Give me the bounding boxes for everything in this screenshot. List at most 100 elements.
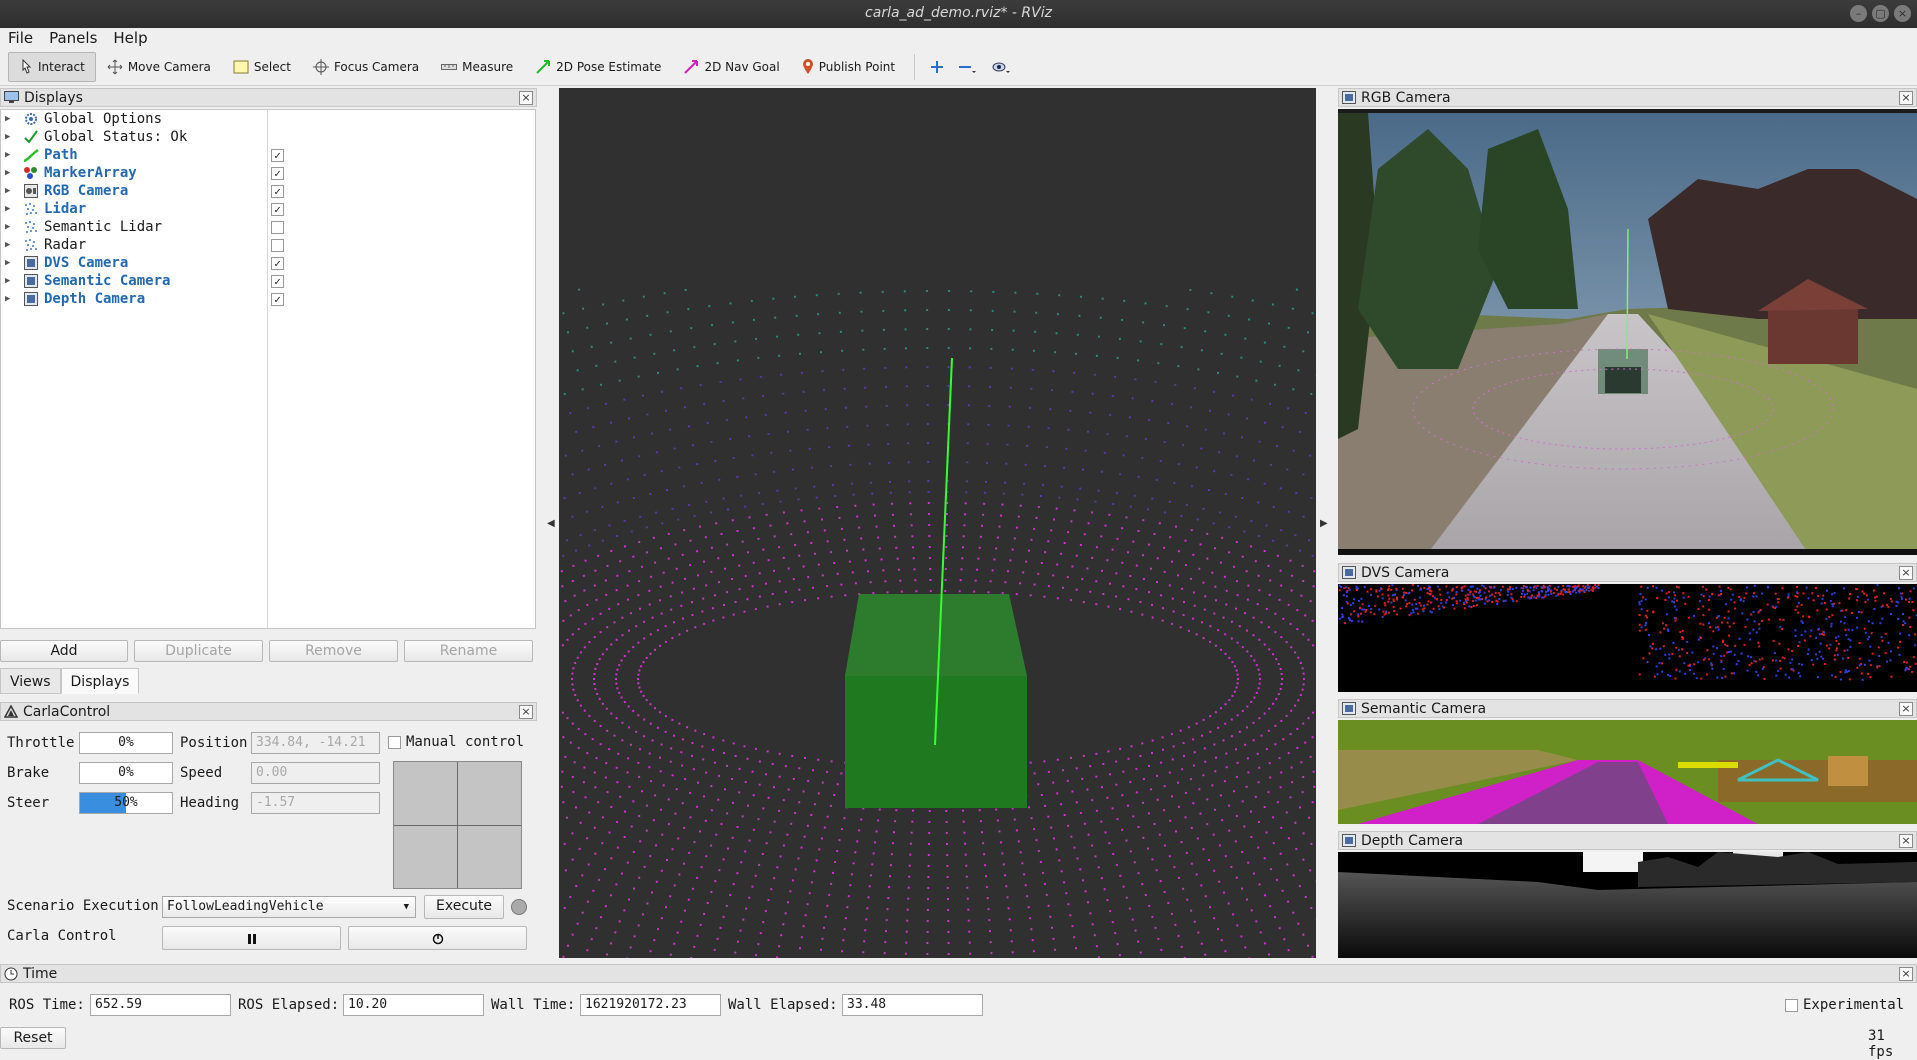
- add-tool-icon: [930, 60, 944, 74]
- expand-arrow-icon[interactable]: ▶: [5, 186, 15, 196]
- tool-select[interactable]: Select: [222, 52, 302, 82]
- display-item-markerarray[interactable]: ▶ MarkerArray ✓: [1, 164, 535, 182]
- display-checkbox[interactable]: ✓: [271, 203, 284, 216]
- rgb-camera-close-button[interactable]: ×: [1899, 91, 1913, 105]
- remove-tool-icon: [958, 60, 978, 74]
- display-item-path[interactable]: ▶ Path ✓: [1, 146, 535, 164]
- display-item-rgb-camera[interactable]: ▶ RGB Camera ✓: [1, 182, 535, 200]
- dvs-camera-close-button[interactable]: ×: [1899, 566, 1913, 580]
- depth-camera-close-button[interactable]: ×: [1899, 834, 1913, 848]
- displays-button-row: Add Duplicate Remove Rename: [0, 640, 536, 662]
- steer-label: Steer: [7, 795, 49, 811]
- semantic-camera-close-button[interactable]: ×: [1899, 702, 1913, 716]
- expand-arrow-icon[interactable]: ▶: [5, 150, 15, 160]
- expand-arrow-icon[interactable]: ▶: [5, 258, 15, 268]
- collapse-right-icon[interactable]: ▶: [1320, 518, 1328, 529]
- rename-display-button[interactable]: Rename: [404, 640, 533, 662]
- remove-tool-button[interactable]: [951, 52, 985, 82]
- tool-focus-camera[interactable]: Focus Camera: [302, 52, 430, 82]
- dvs-camera-panel-header: DVS Camera ×: [1338, 563, 1917, 582]
- tool-2d-nav-goal[interactable]: 2D Nav Goal: [672, 52, 790, 82]
- scenario-select[interactable]: FollowLeadingVehicle ▼: [162, 896, 416, 918]
- map-pin-icon: [802, 59, 814, 75]
- tool-move-camera-label: Move Camera: [128, 60, 211, 74]
- ros-elapsed-label: ROS Elapsed:: [238, 997, 339, 1013]
- display-checkbox[interactable]: [271, 239, 284, 252]
- expand-arrow-icon[interactable]: ▶: [5, 204, 15, 214]
- menu-help[interactable]: Help: [105, 28, 155, 49]
- wall-elapsed-label: Wall Elapsed:: [728, 997, 838, 1013]
- step-button[interactable]: [348, 926, 527, 950]
- tab-displays[interactable]: Displays: [61, 668, 140, 694]
- steering-joystick-pad[interactable]: [393, 761, 522, 889]
- displays-tree: ▶ Global Options ▶ Global Status: Ok ▶ P…: [0, 109, 536, 629]
- display-item-global-options[interactable]: ▶ Global Options: [1, 110, 535, 128]
- vehicle-marker-top: [845, 594, 1027, 676]
- image-icon: [23, 256, 39, 270]
- display-checkbox[interactable]: ✓: [271, 293, 284, 306]
- tool-move-camera[interactable]: Move Camera: [96, 52, 222, 82]
- close-icon[interactable]: ×: [1894, 5, 1911, 22]
- tool-2d-pose-estimate-label: 2D Pose Estimate: [556, 60, 661, 74]
- display-checkbox[interactable]: ✓: [271, 275, 284, 288]
- tool-2d-pose-estimate[interactable]: 2D Pose Estimate: [524, 52, 672, 82]
- expand-arrow-icon[interactable]: ▶: [5, 240, 15, 250]
- display-item-label: Depth Camera: [44, 291, 145, 307]
- collapse-left-icon[interactable]: ◀: [547, 518, 555, 529]
- display-checkbox[interactable]: ✓: [271, 257, 284, 270]
- display-item-global-status[interactable]: ▶ Global Status: Ok: [1, 128, 535, 146]
- expand-arrow-icon[interactable]: ▶: [5, 114, 15, 124]
- expand-arrow-icon[interactable]: ▶: [5, 276, 15, 286]
- ros-time-field[interactable]: 652.59: [90, 994, 231, 1016]
- experimental-checkbox[interactable]: [1785, 999, 1798, 1012]
- display-item-dvs-camera[interactable]: ▶ DVS Camera ✓: [1, 254, 535, 272]
- display-checkbox[interactable]: [271, 221, 284, 234]
- display-checkbox[interactable]: ✓: [271, 185, 284, 198]
- pause-button[interactable]: [162, 926, 341, 950]
- display-item-semantic-lidar[interactable]: ▶ Semantic Lidar: [1, 218, 535, 236]
- tool-measure[interactable]: Measure: [430, 52, 524, 82]
- display-item-label: Lidar: [44, 201, 86, 217]
- reset-button[interactable]: Reset: [0, 1027, 66, 1049]
- image-icon: [1342, 566, 1356, 579]
- display-item-radar[interactable]: ▶ Radar: [1, 236, 535, 254]
- menu-file[interactable]: File: [0, 28, 41, 49]
- menu-panels[interactable]: Panels: [41, 28, 105, 49]
- dvs-camera-title: DVS Camera: [1361, 565, 1449, 581]
- minimize-icon[interactable]: –: [1850, 5, 1867, 22]
- display-item-lidar[interactable]: ▶ Lidar ✓: [1, 200, 535, 218]
- tool-interact[interactable]: Interact: [8, 52, 96, 82]
- execute-button[interactable]: Execute: [424, 895, 504, 919]
- wall-time-field[interactable]: 1621920172.23: [580, 994, 721, 1016]
- throttle-value: 0%: [118, 735, 134, 750]
- manual-control-checkbox[interactable]: [388, 736, 401, 749]
- maximize-icon[interactable]: ▢: [1872, 5, 1889, 22]
- 3d-viewport[interactable]: [559, 88, 1316, 958]
- wall-elapsed-field[interactable]: 33.48: [842, 994, 983, 1016]
- duplicate-display-button[interactable]: Duplicate: [134, 640, 263, 662]
- expand-arrow-icon[interactable]: ▶: [5, 222, 15, 232]
- display-checkbox[interactable]: ✓: [271, 149, 284, 162]
- remove-display-button[interactable]: Remove: [269, 640, 398, 662]
- display-checkbox[interactable]: ✓: [271, 167, 284, 180]
- display-item-label: Radar: [44, 237, 86, 253]
- display-item-semantic-camera[interactable]: ▶ Semantic Camera ✓: [1, 272, 535, 290]
- fps-readout: 31 fps: [1868, 1028, 1917, 1060]
- time-close-button[interactable]: ×: [1899, 967, 1913, 981]
- tab-views[interactable]: Views: [0, 668, 61, 694]
- carla-control-close-button[interactable]: ×: [519, 705, 533, 719]
- tool-publish-point[interactable]: Publish Point: [791, 52, 906, 82]
- add-tool-button[interactable]: [923, 52, 951, 82]
- display-item-depth-camera[interactable]: ▶ Depth Camera ✓: [1, 290, 535, 308]
- expand-arrow-icon[interactable]: ▶: [5, 132, 15, 142]
- view-options-button[interactable]: [985, 52, 1019, 82]
- display-item-label: MarkerArray: [44, 165, 137, 181]
- expand-arrow-icon[interactable]: ▶: [5, 294, 15, 304]
- ruler-icon: [441, 63, 457, 71]
- add-display-button[interactable]: Add: [0, 640, 128, 662]
- displays-close-button[interactable]: ×: [519, 91, 533, 105]
- expand-arrow-icon[interactable]: ▶: [5, 168, 15, 178]
- depth-camera-image: [1338, 852, 1917, 958]
- carla-control-title: CarlaControl: [23, 704, 110, 720]
- ros-elapsed-field[interactable]: 10.20: [343, 994, 484, 1016]
